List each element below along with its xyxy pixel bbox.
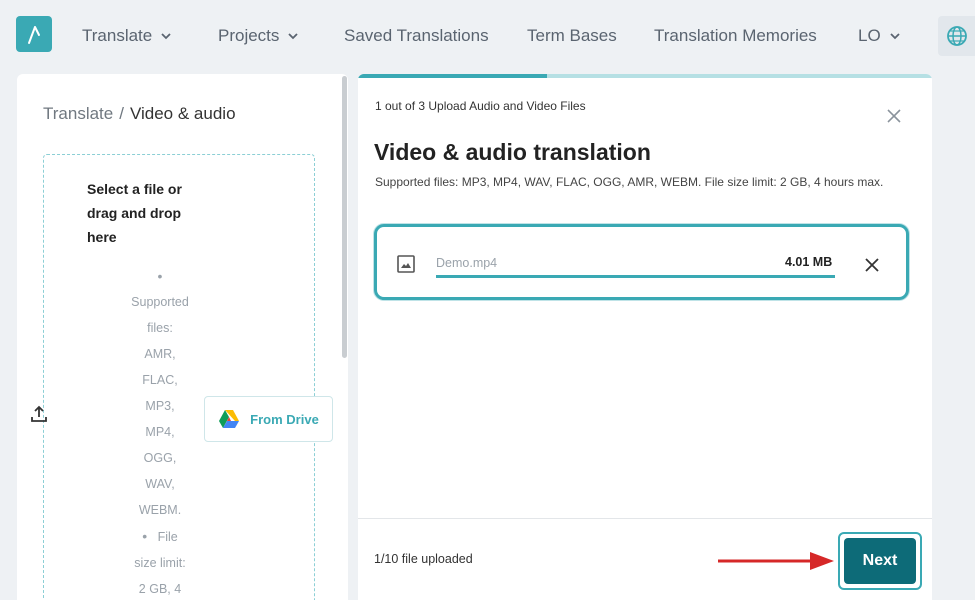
nav-translation-memories-label: Translation Memories — [654, 26, 817, 45]
language-button[interactable] — [938, 16, 975, 56]
list-line: 2 GB, 4 — [138, 582, 182, 596]
upload-modal: 1 out of 3 Upload Audio and Video Files … — [358, 74, 932, 600]
nav-term-bases-label: Term Bases — [527, 26, 617, 45]
list-line: files: — [147, 321, 173, 335]
nav-projects-label: Projects — [218, 26, 280, 45]
breadcrumb-root[interactable]: Translate — [43, 104, 113, 123]
top-navigation: Translate Projects Saved Translations Te… — [0, 0, 975, 72]
list-bullet: • — [157, 268, 163, 284]
list-line: Supported — [131, 295, 189, 309]
list-line: • File — [116, 523, 204, 550]
step-progress-fill — [358, 74, 548, 78]
nav-saved-translations[interactable]: Saved Translations — [344, 24, 489, 48]
chevron-down-icon — [161, 33, 171, 40]
dropzone-title: Select a file or drag and drop here — [87, 181, 182, 245]
nav-saved-translations-label: Saved Translations — [344, 26, 489, 45]
upload-icon[interactable] — [29, 404, 49, 424]
nav-lo-label: LO — [858, 26, 881, 45]
list-line-text: File — [157, 530, 178, 544]
file-dropzone[interactable]: Select a file or drag and drop here • Su… — [43, 154, 315, 600]
annotation-arrow-icon — [718, 552, 834, 570]
nav-translation-memories[interactable]: Translation Memories — [654, 24, 817, 48]
list-line: AMR, — [144, 347, 176, 361]
remove-file-icon[interactable] — [865, 258, 879, 272]
close-icon[interactable] — [886, 108, 902, 124]
panel-scrollbar[interactable] — [342, 76, 347, 358]
breadcrumb: Translate / Video & audio — [43, 104, 236, 124]
from-drive-button[interactable]: From Drive — [204, 396, 333, 442]
nav-projects[interactable]: Projects — [218, 24, 299, 48]
nav-lo[interactable]: LO — [858, 24, 901, 48]
app-logo[interactable] — [16, 16, 52, 52]
chevron-down-icon — [890, 33, 900, 40]
nav-translate[interactable]: Translate — [82, 24, 172, 48]
chevron-down-icon — [288, 33, 299, 40]
lambda-logo-icon — [28, 26, 40, 44]
supported-files-list: • Supported files: AMR, FLAC, MP3, MP4, … — [116, 263, 204, 600]
from-drive-label: From Drive — [250, 411, 319, 427]
next-button[interactable]: Next — [844, 538, 916, 584]
upload-panel: Translate / Video & audio Select a file or… — [17, 74, 348, 600]
list-line: MP3, — [145, 399, 175, 413]
file-name: Demo.mp4 — [436, 256, 498, 270]
nav-translate-label: Translate — [82, 26, 153, 45]
file-size: 4.01 MB — [785, 255, 833, 269]
uploaded-file-card: Demo.mp4 4.01 MB — [374, 224, 909, 300]
list-bullet: • — [142, 528, 148, 544]
list-line: OGG, — [143, 451, 177, 465]
globe-icon — [947, 26, 967, 46]
list-line: FLAC, — [142, 373, 178, 387]
list-line: MP4, — [145, 425, 175, 439]
list-line: WAV, — [145, 477, 175, 491]
list-line: WEBM. — [138, 503, 182, 517]
image-file-icon — [397, 255, 415, 273]
breadcrumb-separator: / — [119, 104, 124, 123]
nav-term-bases[interactable]: Term Bases — [527, 24, 617, 48]
file-progress-track — [436, 275, 835, 278]
breadcrumb-current: Video & audio — [129, 104, 236, 123]
step-indicator: 1 out of 3 Upload Audio and Video Files — [375, 99, 586, 113]
step-progress-track — [358, 74, 932, 78]
file-progress-fill — [436, 275, 835, 278]
footer-divider — [358, 518, 932, 519]
google-drive-icon — [219, 410, 240, 428]
upload-count-status: 1/10 file uploaded — [374, 552, 473, 566]
list-line: size limit: — [134, 556, 186, 570]
modal-subtitle: Supported files: MP3, MP4, WAV, FLAC, OG… — [375, 175, 884, 189]
modal-title: Video & audio translation — [374, 139, 651, 165]
